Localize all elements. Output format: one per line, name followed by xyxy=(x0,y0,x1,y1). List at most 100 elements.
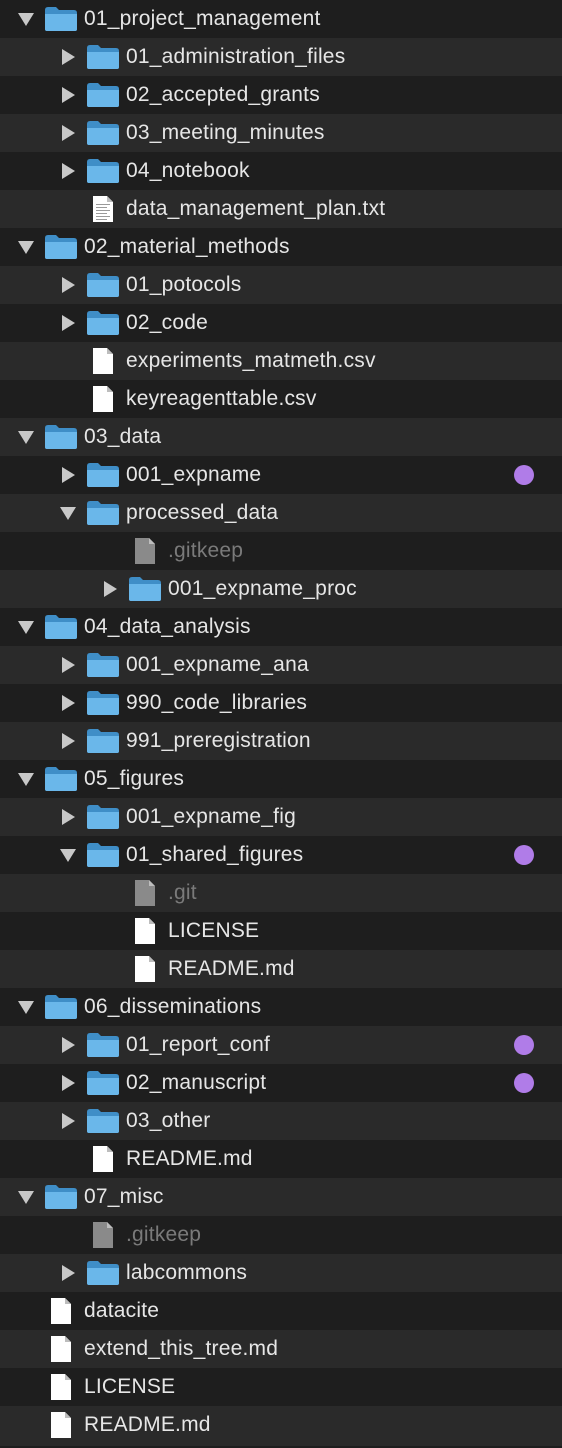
disclosure-collapsed-icon[interactable] xyxy=(58,646,78,684)
item-name: 06_disseminations xyxy=(84,995,262,1018)
file-row-data-management-plan-txt[interactable]: data_management_plan.txt xyxy=(0,190,562,228)
item-name: README.md xyxy=(84,1413,211,1436)
folder-icon xyxy=(86,494,120,532)
folder-row-03-other[interactable]: 03_other xyxy=(0,1102,562,1140)
folder-icon xyxy=(86,684,120,722)
item-name: experiments_matmeth.csv xyxy=(126,349,376,372)
disclosure-expanded-icon[interactable] xyxy=(16,418,36,456)
disclosure-collapsed-icon[interactable] xyxy=(58,1102,78,1140)
disclosure-expanded-icon[interactable] xyxy=(16,0,36,38)
folder-row-02-material-methods[interactable]: 02_material_methods xyxy=(0,228,562,266)
file-row-keyreagenttable-csv[interactable]: keyreagenttable.csv xyxy=(0,380,562,418)
disclosure-collapsed-icon[interactable] xyxy=(58,684,78,722)
folder-icon xyxy=(86,722,120,760)
folder-icon xyxy=(86,1102,120,1140)
disclosure-collapsed-icon[interactable] xyxy=(58,1254,78,1292)
item-name: 07_misc xyxy=(84,1185,164,1208)
file-row-license[interactable]: LICENSE xyxy=(0,912,562,950)
folder-row-991-preregistration[interactable]: 991_preregistration xyxy=(0,722,562,760)
file-row-experiments-matmeth-csv[interactable]: experiments_matmeth.csv xyxy=(0,342,562,380)
file-icon xyxy=(44,1330,78,1368)
folder-row-03-meeting-minutes[interactable]: 03_meeting_minutes xyxy=(0,114,562,152)
disclosure-collapsed-icon[interactable] xyxy=(58,1064,78,1102)
disclosure-collapsed-icon[interactable] xyxy=(58,114,78,152)
file-row-gitkeep[interactable]: .gitkeep xyxy=(0,1216,562,1254)
folder-row-07-misc[interactable]: 07_misc xyxy=(0,1178,562,1216)
disclosure-collapsed-icon[interactable] xyxy=(58,798,78,836)
file-tree: 01_project_management 01_administration_f… xyxy=(0,0,562,1448)
purple-tag-dot xyxy=(514,465,534,485)
file-row-datacite[interactable]: datacite xyxy=(0,1292,562,1330)
file-row-readme-md[interactable]: README.md xyxy=(0,1406,562,1446)
folder-row-01-administration-files[interactable]: 01_administration_files xyxy=(0,38,562,76)
item-name: labcommons xyxy=(126,1261,248,1284)
file-row-extend-this-tree-md[interactable]: extend_this_tree.md xyxy=(0,1330,562,1368)
disclosure-collapsed-icon[interactable] xyxy=(58,38,78,76)
disclosure-collapsed-icon[interactable] xyxy=(58,266,78,304)
disclosure-collapsed-icon[interactable] xyxy=(58,722,78,760)
folder-icon xyxy=(86,1026,120,1064)
folder-row-processed-data[interactable]: processed_data xyxy=(0,494,562,532)
folder-icon xyxy=(86,76,120,114)
file-row-gitkeep[interactable]: .gitkeep xyxy=(0,532,562,570)
disclosure-expanded-icon[interactable] xyxy=(58,494,78,532)
folder-icon xyxy=(44,1178,78,1216)
file-row-readme-md[interactable]: README.md xyxy=(0,950,562,988)
disclosure-expanded-icon[interactable] xyxy=(16,228,36,266)
folder-row-001-expname-proc[interactable]: 001_expname_proc xyxy=(0,570,562,608)
file-icon xyxy=(44,1292,78,1330)
folder-row-labcommons[interactable]: labcommons xyxy=(0,1254,562,1292)
folder-icon xyxy=(86,798,120,836)
disclosure-expanded-icon[interactable] xyxy=(16,1178,36,1216)
folder-row-02-code[interactable]: 02_code xyxy=(0,304,562,342)
file-row-git[interactable]: .git xyxy=(0,874,562,912)
folder-row-01-potocols[interactable]: 01_potocols xyxy=(0,266,562,304)
folder-row-001-expname[interactable]: 001_expname xyxy=(0,456,562,494)
item-name: .git xyxy=(168,881,197,904)
text-file-icon xyxy=(86,190,120,228)
hidden-file-icon xyxy=(128,874,162,912)
file-row-license[interactable]: LICENSE xyxy=(0,1368,562,1406)
item-name: 02_material_methods xyxy=(84,235,290,258)
disclosure-collapsed-icon[interactable] xyxy=(58,456,78,494)
folder-row-04-notebook[interactable]: 04_notebook xyxy=(0,152,562,190)
purple-tag-dot xyxy=(514,1073,534,1093)
folder-icon xyxy=(86,304,120,342)
item-name: 01_administration_files xyxy=(126,45,346,68)
disclosure-collapsed-icon[interactable] xyxy=(58,304,78,342)
folder-icon xyxy=(44,228,78,266)
folder-row-04-data-analysis[interactable]: 04_data_analysis xyxy=(0,608,562,646)
item-name: LICENSE xyxy=(168,919,260,942)
item-name: 991_preregistration xyxy=(126,729,311,752)
disclosure-collapsed-icon[interactable] xyxy=(58,1026,78,1064)
folder-row-06-disseminations[interactable]: 06_disseminations xyxy=(0,988,562,1026)
item-name: README.md xyxy=(168,957,295,980)
folder-icon xyxy=(86,1064,120,1102)
folder-row-05-figures[interactable]: 05_figures xyxy=(0,760,562,798)
folder-icon xyxy=(86,38,120,76)
file-icon xyxy=(44,1406,78,1444)
file-row-readme-md[interactable]: README.md xyxy=(0,1140,562,1178)
item-name: 05_figures xyxy=(84,767,185,790)
folder-row-001-expname-fig[interactable]: 001_expname_fig xyxy=(0,798,562,836)
disclosure-expanded-icon[interactable] xyxy=(16,988,36,1026)
item-name: 001_expname_ana xyxy=(126,653,309,676)
disclosure-collapsed-icon[interactable] xyxy=(58,76,78,114)
folder-row-01-project-management[interactable]: 01_project_management xyxy=(0,0,562,38)
disclosure-collapsed-icon[interactable] xyxy=(100,570,120,608)
item-name: 03_meeting_minutes xyxy=(126,121,325,144)
disclosure-expanded-icon[interactable] xyxy=(16,760,36,798)
disclosure-expanded-icon[interactable] xyxy=(16,608,36,646)
disclosure-collapsed-icon[interactable] xyxy=(58,152,78,190)
disclosure-expanded-icon[interactable] xyxy=(58,836,78,874)
folder-row-01-report-conf[interactable]: 01_report_conf xyxy=(0,1026,562,1064)
folder-row-990-code-libraries[interactable]: 990_code_libraries xyxy=(0,684,562,722)
item-name: 02_code xyxy=(126,311,208,334)
file-icon xyxy=(128,950,162,988)
folder-row-03-data[interactable]: 03_data xyxy=(0,418,562,456)
folder-row-001-expname-ana[interactable]: 001_expname_ana xyxy=(0,646,562,684)
folder-row-02-manuscript[interactable]: 02_manuscript xyxy=(0,1064,562,1102)
folder-row-02-accepted-grants[interactable]: 02_accepted_grants xyxy=(0,76,562,114)
folder-row-01-shared-figures[interactable]: 01_shared_figures xyxy=(0,836,562,874)
item-name: .gitkeep xyxy=(168,539,244,562)
